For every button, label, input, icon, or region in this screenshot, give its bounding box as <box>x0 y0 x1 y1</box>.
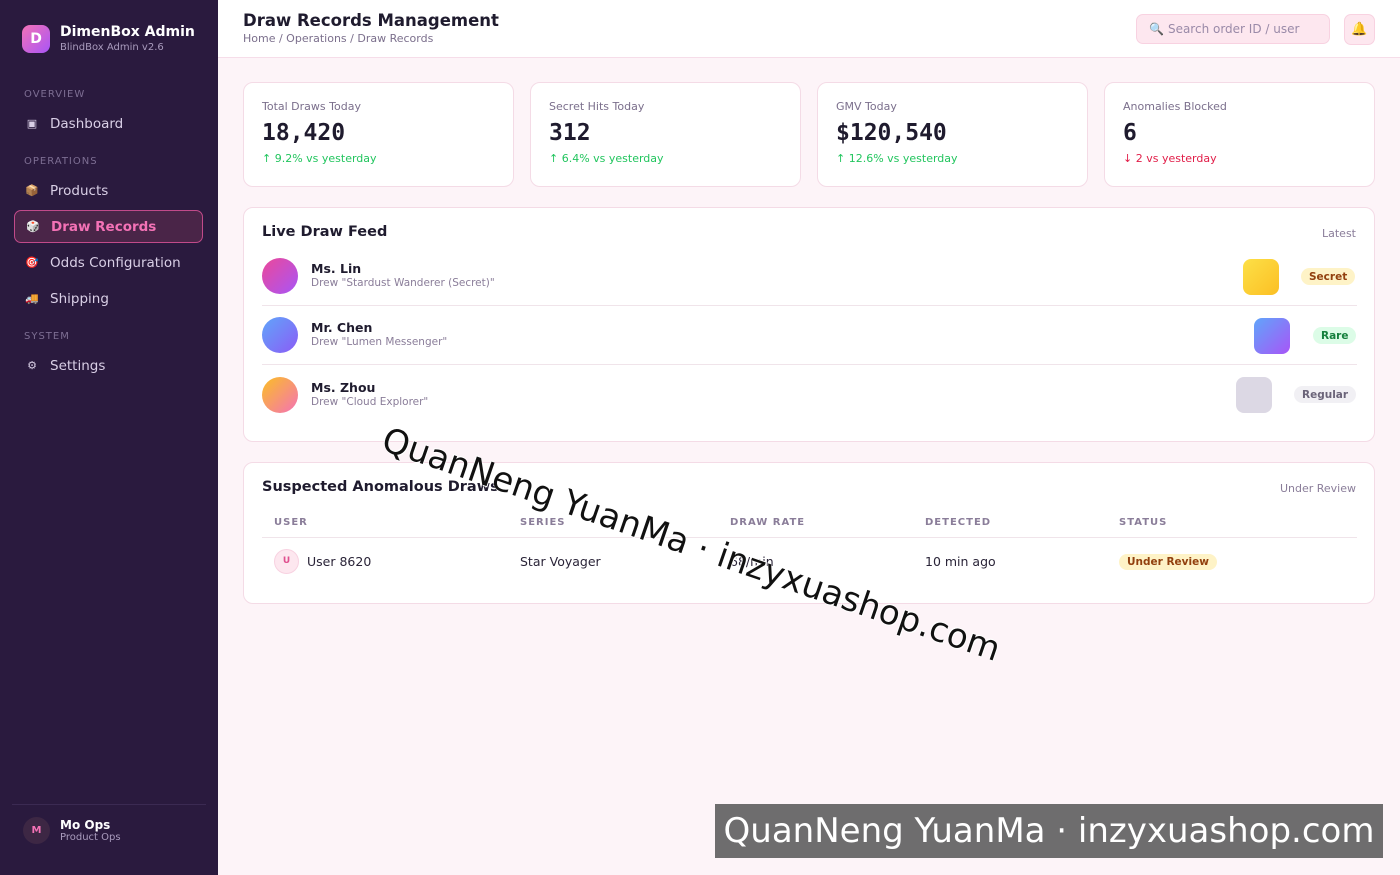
cell-status: Under Review <box>1107 537 1357 585</box>
stat-label: Anomalies Blocked <box>1123 100 1227 113</box>
prize-thumbnail <box>1243 259 1279 295</box>
brand-logo: D <box>22 25 50 53</box>
dashboard-icon: ▣ <box>26 117 38 130</box>
stat-delta: ↓ 2 vs yesterday <box>1123 152 1217 165</box>
stat-value: $120,540 <box>836 120 947 146</box>
search-box[interactable]: 🔍 <box>1136 14 1330 44</box>
notifications-button[interactable]: 🔔 <box>1344 14 1375 45</box>
search-icon: 🔍 <box>1149 22 1164 36</box>
breadcrumb: Home / Operations / Draw Records <box>243 32 434 45</box>
stat-card-total-draws: Total Draws Today 18,420 ↑ 9.2% vs yeste… <box>243 82 514 187</box>
nav-section-operations: OPERATIONS <box>24 156 98 167</box>
panel-title: Live Draw Feed <box>262 224 388 240</box>
sidebar-item-dashboard[interactable]: ▣ Dashboard <box>14 107 203 140</box>
stat-delta: ↑ 6.4% vs yesterday <box>549 152 664 165</box>
column-header-user[interactable]: USER <box>262 508 508 538</box>
stat-value: 6 <box>1123 120 1137 146</box>
stat-card-secret-hits: Secret Hits Today 312 ↑ 6.4% vs yesterda… <box>530 82 801 187</box>
feed-description: Drew "Stardust Wanderer (Secret)" <box>311 277 495 289</box>
brand[interactable]: D DimenBox Admin BlindBox Admin v2.6 <box>22 24 195 54</box>
sidebar-item-settings[interactable]: ⚙ Settings <box>14 349 203 382</box>
feed-row[interactable]: Ms. Zhou Drew "Cloud Explorer" Regular <box>262 365 1357 424</box>
prize-thumbnail <box>1254 318 1290 354</box>
feed-user-name: Mr. Chen <box>311 320 373 335</box>
table-header-row: USER SERIES DRAW RATE DETECTED STATUS <box>262 508 1357 538</box>
avatar: M <box>23 817 50 844</box>
watermark-banner: QuanNeng YuanMa · inzyxuashop.com <box>715 804 1383 858</box>
dice-icon: 🎲 <box>26 220 40 233</box>
top-header: Draw Records Management Home / Operation… <box>218 0 1400 58</box>
sidebar-item-label: Dashboard <box>50 115 124 132</box>
user-name: Mo Ops <box>60 817 111 832</box>
stat-label: GMV Today <box>836 100 897 113</box>
gear-icon: ⚙ <box>27 359 37 372</box>
brand-version: BlindBox Admin v2.6 <box>60 42 164 53</box>
sidebar-item-label: Odds Configuration <box>50 254 181 271</box>
brand-name: DimenBox Admin <box>60 24 195 40</box>
prize-thumbnail <box>1236 377 1272 413</box>
stat-value: 18,420 <box>262 120 346 146</box>
stat-card-gmv: GMV Today $120,540 ↑ 12.6% vs yesterday <box>817 82 1088 187</box>
stat-delta: ↑ 12.6% vs yesterday <box>836 152 958 165</box>
stat-value: 312 <box>549 120 591 146</box>
avatar <box>262 317 298 353</box>
cell-user: U User 8620 <box>262 537 508 585</box>
sidebar-item-label: Settings <box>50 357 106 374</box>
page-title: Draw Records Management <box>243 11 499 30</box>
column-header-detected[interactable]: DETECTED <box>913 508 1107 538</box>
sidebar-item-draw-records[interactable]: 🎲 Draw Records <box>14 210 203 243</box>
user-id: User 8620 <box>307 553 372 569</box>
under-review-filter[interactable]: Under Review <box>1280 482 1356 495</box>
status-badge: Under Review <box>1119 553 1217 570</box>
feed-latest-link[interactable]: Latest <box>1322 227 1356 240</box>
feed-row[interactable]: Mr. Chen Drew "Lumen Messenger" Rare <box>262 306 1357 365</box>
sidebar-item-odds-configuration[interactable]: 🎯 Odds Configuration <box>14 246 203 279</box>
sidebar-item-label: Products <box>50 182 109 199</box>
package-icon: 📦 <box>25 184 39 197</box>
user-role: Product Ops <box>60 831 121 843</box>
sidebar-item-label: Shipping <box>50 290 109 307</box>
live-draw-feed-panel: Live Draw Feed Latest Ms. Lin Drew "Star… <box>243 207 1375 442</box>
feed-description: Drew "Lumen Messenger" <box>311 336 448 348</box>
sidebar: D DimenBox Admin BlindBox Admin v2.6 OVE… <box>0 0 218 875</box>
truck-icon: 🚚 <box>25 292 39 305</box>
stat-label: Total Draws Today <box>262 100 361 113</box>
column-header-status[interactable]: STATUS <box>1107 508 1357 538</box>
avatar: U <box>274 548 299 574</box>
avatar <box>262 258 298 294</box>
column-header-draw-rate[interactable]: DRAW RATE <box>718 508 913 538</box>
feed-user-name: Ms. Zhou <box>311 379 376 395</box>
nav-section-overview: OVERVIEW <box>24 89 86 100</box>
current-user[interactable]: M Mo Ops Product Ops <box>12 804 206 844</box>
feed-description: Drew "Cloud Explorer" <box>311 395 429 408</box>
sidebar-item-shipping[interactable]: 🚚 Shipping <box>14 282 203 315</box>
stat-label: Secret Hits Today <box>549 100 645 113</box>
target-icon: 🎯 <box>25 256 39 269</box>
feed-row[interactable]: Ms. Lin Drew "Stardust Wanderer (Secret)… <box>262 247 1357 306</box>
sidebar-item-label: Draw Records <box>51 218 157 235</box>
nav-section-system: SYSTEM <box>24 331 70 342</box>
feed-user-name: Ms. Lin <box>311 261 362 276</box>
sidebar-item-products[interactable]: 📦 Products <box>14 174 203 207</box>
search-input[interactable] <box>1167 22 1318 36</box>
avatar <box>262 376 298 413</box>
rarity-badge: Rare <box>1313 327 1357 344</box>
stat-card-anomalies-blocked: Anomalies Blocked 6 ↓ 2 vs yesterday <box>1104 82 1375 187</box>
rarity-badge: Secret <box>1301 268 1356 285</box>
rarity-badge: Regular <box>1294 386 1357 403</box>
bell-icon: 🔔 <box>1351 22 1368 37</box>
stat-delta: ↑ 9.2% vs yesterday <box>262 152 377 165</box>
cell-detected: 10 min ago <box>925 553 996 569</box>
